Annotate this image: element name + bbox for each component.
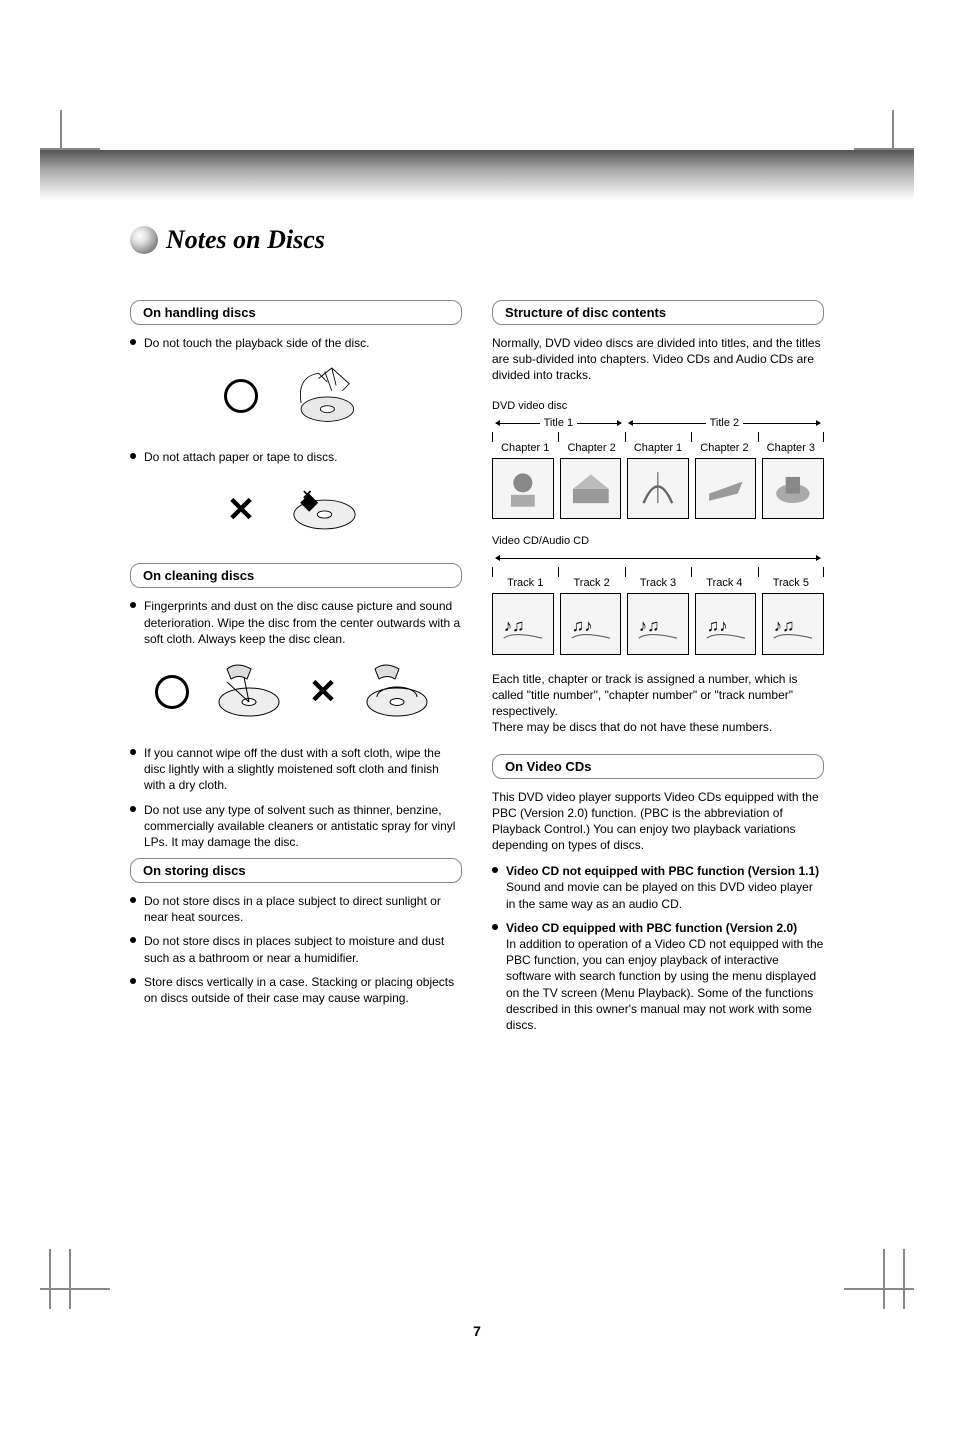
svg-text:♫♪: ♫♪ [571, 616, 592, 635]
bullet-icon [130, 449, 138, 465]
videocd-type1: Video CD not equipped with PBC function … [492, 863, 824, 912]
track-4-label: Track 4 [691, 577, 757, 589]
content-columns: On handling discs Do not touch the playb… [130, 300, 824, 1041]
videocd-type1-label: Video CD not equipped with PBC function … [506, 864, 819, 878]
page-title: Notes on Discs [166, 225, 325, 255]
track-thumb-icon: ♪♫ [627, 593, 689, 655]
correct-mark-icon [224, 379, 258, 413]
crop-mark-bottom-right [844, 1249, 914, 1309]
chapter-3-label: Chapter 1 [625, 442, 691, 454]
chapter-thumb-icon [560, 458, 622, 520]
storing-bullet-1: Do not store discs in a place subject to… [130, 893, 462, 925]
track-thumb-icon: ♪♫ [492, 593, 554, 655]
structure-intro: Normally, DVD video discs are divided in… [492, 335, 824, 384]
track-1-label: Track 1 [492, 577, 558, 589]
chapter-2-label: Chapter 2 [558, 442, 624, 454]
videocd-type1-text: Sound and movie can be played on this DV… [506, 880, 813, 910]
chapter-4-label: Chapter 2 [691, 442, 757, 454]
title-2-label: Title 2 [706, 417, 744, 429]
chapter-thumb-icon [762, 458, 824, 520]
handling-illustration-1 [130, 361, 462, 431]
chapter-thumb-icon [492, 458, 554, 520]
structure-outro: Each title, chapter or track is assigned… [492, 671, 824, 736]
chapter-1-label: Chapter 1 [492, 442, 558, 454]
handling-bullet-1: Do not touch the playback side of the di… [130, 335, 462, 351]
page-number: 7 [0, 1323, 954, 1339]
bullet-icon [130, 745, 138, 794]
storing-bullet-2: Do not store discs in places subject to … [130, 933, 462, 965]
chapter-5-label: Chapter 3 [758, 442, 824, 454]
correct-mark-icon [155, 675, 189, 709]
svg-text:✕: ✕ [302, 489, 313, 503]
handling-illustration-2: ✕ ✕ [130, 475, 462, 545]
cleaning-bullet-3: Do not use any type of solvent such as t… [130, 802, 462, 851]
bullet-icon [130, 802, 138, 851]
bullet-icon [492, 863, 500, 912]
track-thumb-icon: ♫♪ [695, 593, 757, 655]
cleaning-bullet-2: If you cannot wipe off the dust with a s… [130, 745, 462, 794]
crop-mark-bottom-left [40, 1249, 110, 1309]
chapter-thumb-icon [627, 458, 689, 520]
track-2-label: Track 2 [558, 577, 624, 589]
sphere-bullet-icon [130, 226, 158, 254]
cd-label: Video CD/Audio CD [492, 535, 824, 547]
wrong-mark-icon: ✕ [309, 675, 338, 709]
structure-header: Structure of disc contents [492, 300, 824, 325]
wrong-mark-icon: ✕ [227, 493, 256, 527]
cleaning-illustration: ✕ [130, 657, 462, 727]
disc-with-tape-icon: ✕ [275, 475, 365, 545]
bullet-icon [130, 598, 138, 647]
videocd-type2: Video CD equipped with PBC function (Ver… [492, 920, 824, 1033]
handling-bullet-2: Do not attach paper or tape to discs. [130, 449, 462, 465]
bullet-icon [130, 335, 138, 351]
track-thumb-icon: ♫♪ [560, 593, 622, 655]
bullet-icon [130, 933, 138, 965]
bullet-icon [130, 893, 138, 925]
crop-mark-top-left [40, 110, 100, 150]
left-column: On handling discs Do not touch the playb… [130, 300, 462, 1041]
wipe-circular-icon [357, 657, 437, 727]
bullet-icon [130, 974, 138, 1006]
page-title-block: Notes on Discs [130, 225, 325, 255]
storing-bullet-3: Store discs vertically in a case. Stacki… [130, 974, 462, 1006]
storing-header: On storing discs [130, 858, 462, 883]
handling-header: On handling discs [130, 300, 462, 325]
videocd-type2-label: Video CD equipped with PBC function (Ver… [506, 921, 797, 935]
cd-structure-diagram: Video CD/Audio CD Track 1 Track 2 Track … [492, 535, 824, 655]
videocd-intro: This DVD video player supports Video CDs… [492, 789, 824, 854]
videocd-header: On Video CDs [492, 754, 824, 779]
right-column: Structure of disc contents Normally, DVD… [492, 300, 824, 1041]
hand-holding-disc-icon [278, 361, 368, 431]
track-5-label: Track 5 [758, 577, 824, 589]
videocd-type2-text: In addition to operation of a Video CD n… [506, 937, 823, 1032]
header-gradient-bar [40, 150, 914, 200]
cleaning-header: On cleaning discs [130, 563, 462, 588]
svg-text:♪♫: ♪♫ [504, 616, 525, 635]
dvd-label: DVD video disc [492, 400, 824, 412]
svg-text:♪♫: ♪♫ [774, 616, 795, 635]
track-thumb-icon: ♪♫ [762, 593, 824, 655]
track-3-label: Track 3 [625, 577, 691, 589]
title-1-label: Title 1 [540, 417, 578, 429]
wipe-radial-icon [209, 657, 289, 727]
cleaning-bullet-1: Fingerprints and dust on the disc cause … [130, 598, 462, 647]
bullet-icon [492, 920, 500, 1033]
svg-text:♫♪: ♫♪ [707, 616, 728, 635]
dvd-structure-diagram: DVD video disc Title 1 Title 2 Chapter 1… [492, 400, 824, 520]
svg-text:♪♫: ♪♫ [639, 616, 660, 635]
chapter-thumb-icon [695, 458, 757, 520]
crop-mark-top-right [854, 110, 914, 150]
